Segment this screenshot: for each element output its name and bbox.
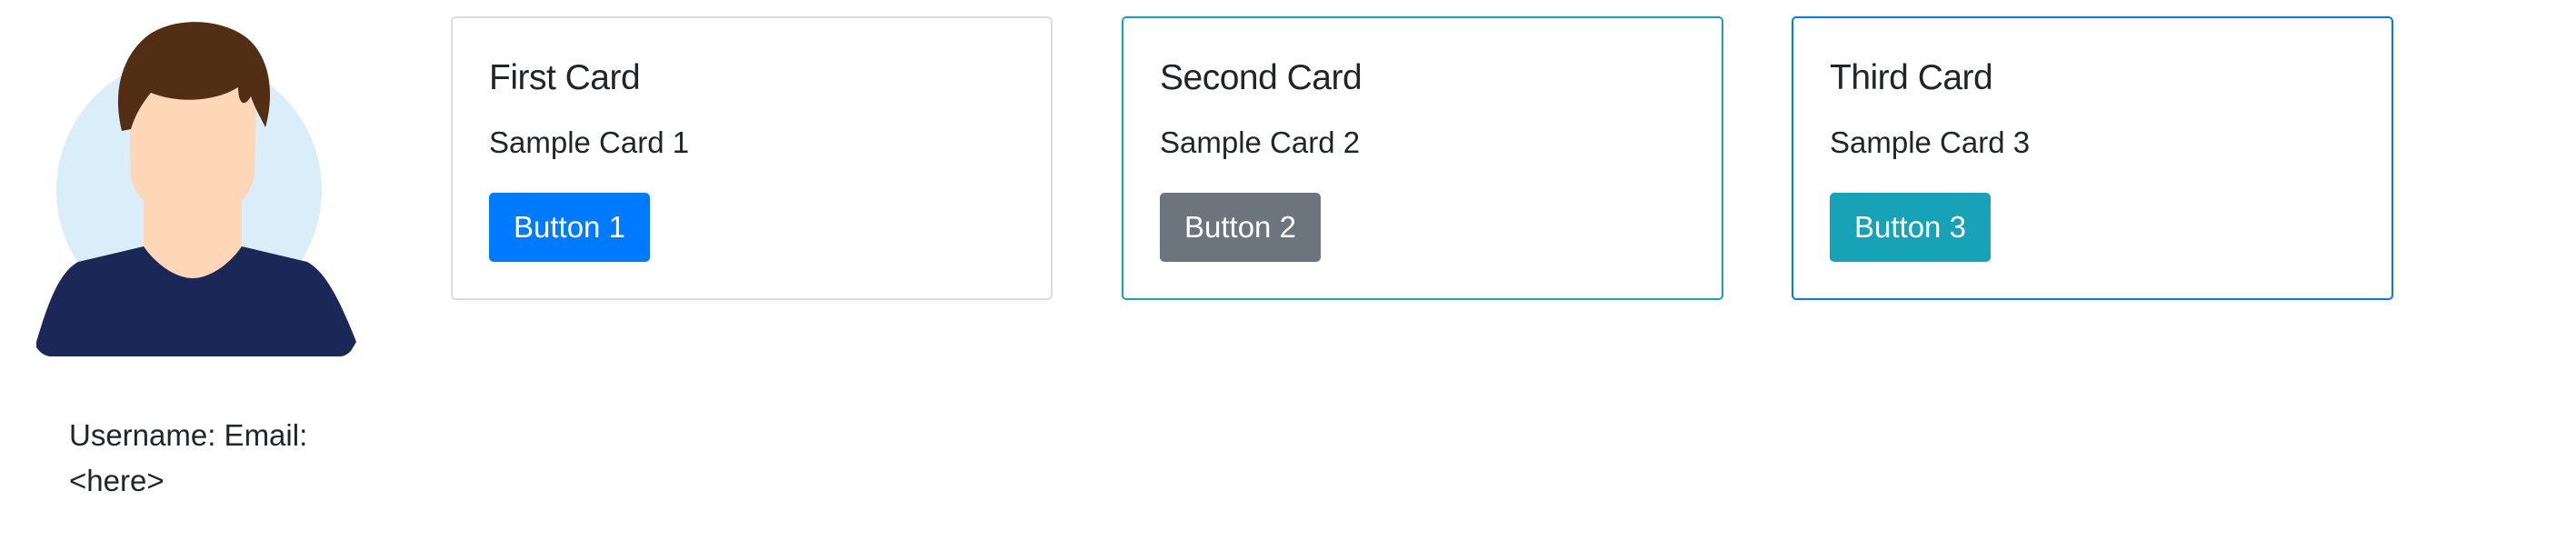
- second-card: Second Card Sample Card 2 Button 2: [1122, 16, 1723, 300]
- card-title: First Card: [489, 58, 641, 97]
- username-email-label: Username: Email:: [69, 418, 308, 452]
- button-2[interactable]: Button 2: [1160, 193, 1321, 262]
- card-title: Third Card: [1830, 58, 1993, 97]
- card-text: Sample Card 1: [489, 125, 690, 159]
- card-text: Sample Card 3: [1830, 125, 2031, 159]
- card-text: Sample Card 2: [1160, 125, 1361, 159]
- card-title: Second Card: [1160, 58, 1363, 97]
- profile-info: Username: Email: <here>: [69, 413, 360, 504]
- page: Username: Email: <here> First Card Sampl…: [0, 0, 2576, 551]
- first-card: First Card Sample Card 1 Button 1: [451, 16, 1053, 300]
- profile-panel: Username: Email: <here>: [0, 0, 382, 551]
- profile-value-placeholder: <here>: [69, 464, 165, 497]
- third-card: Third Card Sample Card 3 Button 3: [1792, 16, 2393, 300]
- button-3[interactable]: Button 3: [1830, 193, 1991, 262]
- user-avatar-icon: [36, 22, 356, 356]
- button-1[interactable]: Button 1: [489, 193, 650, 262]
